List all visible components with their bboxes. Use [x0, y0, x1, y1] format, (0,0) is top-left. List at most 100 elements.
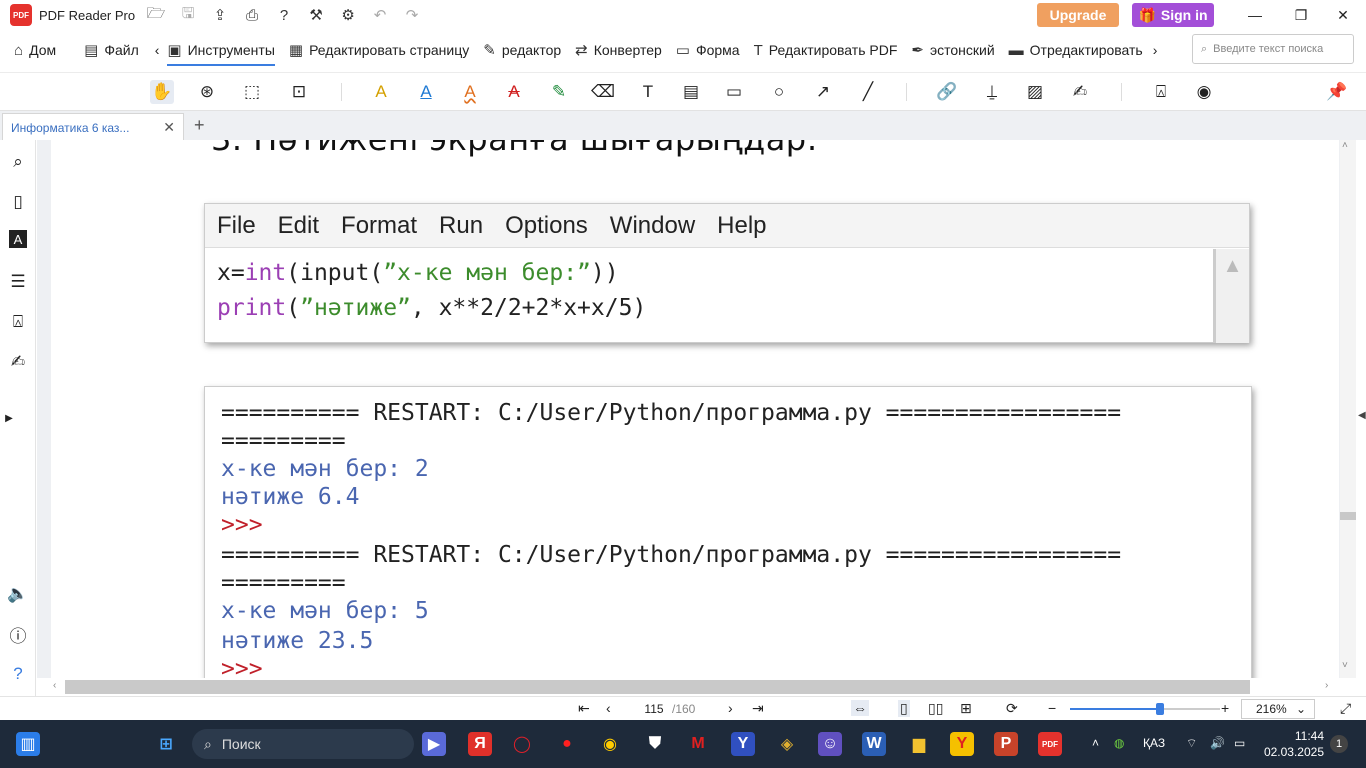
tab-estonian[interactable]: ✒ эстонский — [911, 30, 994, 70]
tab-converter[interactable]: ⇄ Конвертер — [575, 30, 662, 70]
tab-tools[interactable]: ▣ Инструменты — [167, 30, 276, 70]
info-icon[interactable]: ⓘ — [6, 622, 30, 646]
settings-icon[interactable]: ⚙ — [337, 4, 359, 26]
scroll-down-icon[interactable]: ˅ — [1342, 660, 1348, 671]
arrow-icon[interactable]: ↗ — [811, 80, 835, 104]
pdf-reader-pro-taskbar-icon[interactable]: PDF — [1038, 732, 1062, 756]
bookmarks-icon[interactable]: ⍓ — [6, 310, 30, 334]
strikethrough-icon[interactable]: A — [502, 80, 526, 104]
save-icon[interactable]: 🖫 — [177, 4, 199, 26]
taskbar-search[interactable]: ⌕ Поиск — [192, 729, 414, 759]
sign-in-button[interactable]: 🎁 Sign in — [1132, 3, 1214, 27]
scroll-left-icon[interactable]: ‹ — [53, 680, 56, 691]
wifi-icon[interactable]: ⌔ — [1186, 736, 1197, 751]
undo-icon[interactable]: ↶ — [369, 4, 391, 26]
underline-icon[interactable]: A — [414, 80, 438, 104]
vertical-scroll-thumb[interactable] — [1340, 512, 1356, 520]
tab-file[interactable]: ▤ Файл — [84, 30, 139, 70]
freehand-icon[interactable]: ✎ — [547, 80, 571, 104]
zoom-slider-knob[interactable] — [1156, 703, 1164, 715]
help-icon[interactable]: ? — [6, 662, 30, 686]
link-icon[interactable]: 🔗 — [935, 80, 959, 104]
tab-redact[interactable]: ▬ Отредактировать — [1009, 30, 1143, 70]
next-page-icon[interactable]: › — [728, 700, 733, 716]
text-select-icon[interactable]: ⊛ — [195, 80, 219, 104]
last-page-icon[interactable]: ⇥ — [752, 700, 764, 717]
notification-badge[interactable]: 1 — [1330, 735, 1348, 753]
fullscreen-icon[interactable]: ⤢ — [1340, 700, 1351, 717]
note-icon[interactable]: ▤ — [679, 80, 703, 104]
eye-icon[interactable]: ◉ — [1192, 80, 1216, 104]
stamp-icon[interactable]: ⍊ — [980, 80, 1004, 104]
widgets-icon[interactable]: ▥ — [16, 732, 40, 756]
tab-editor[interactable]: ✎ редактор — [483, 30, 561, 70]
opera-icon[interactable]: ● — [555, 732, 579, 756]
signature-icon[interactable]: ✍ — [1068, 80, 1092, 104]
word-icon[interactable]: W — [862, 732, 886, 756]
help-icon[interactable]: ? — [273, 4, 295, 26]
close-tab-icon[interactable]: ✕ — [163, 119, 175, 136]
bookmark-icon[interactable]: ⍓ — [1149, 80, 1173, 104]
vertical-scrollbar[interactable] — [1340, 140, 1356, 678]
zoom-in-icon[interactable]: + — [1221, 700, 1229, 716]
eraser-icon[interactable]: ⌫ — [591, 80, 615, 104]
outline-icon[interactable]: ☰ — [6, 270, 30, 294]
share-icon[interactable]: ⇪ — [209, 4, 231, 26]
input-language[interactable]: ҚАЗ — [1143, 736, 1165, 750]
area-select-icon[interactable]: ⬚ — [240, 80, 264, 104]
expand-right-panel-icon[interactable]: ◀ — [1358, 410, 1366, 421]
file-explorer-icon[interactable]: ▆ — [907, 732, 931, 756]
meet-icon[interactable]: ▶ — [422, 732, 446, 756]
mail-icon[interactable]: M — [686, 732, 710, 756]
minimize-button[interactable]: — — [1232, 0, 1278, 30]
rotate-icon[interactable]: ⟳ — [1006, 700, 1018, 717]
document-view[interactable]: 3. Нәтижені экранға шығарыңдар: File Edi… — [37, 140, 1340, 678]
start-icon[interactable]: ⊞ — [154, 732, 178, 756]
upgrade-button[interactable]: Upgrade — [1037, 3, 1119, 27]
yandex-y-icon[interactable]: Y — [950, 732, 974, 756]
prev-page-icon[interactable]: ‹ — [606, 700, 611, 716]
speaker-icon[interactable]: 🔈 — [6, 582, 30, 606]
print-icon[interactable]: ⎙ — [241, 4, 263, 26]
pin-icon[interactable]: 📌 — [1325, 80, 1349, 104]
thumbnails-icon[interactable]: ▯ — [6, 190, 30, 214]
taskbar-clock[interactable]: 11:44 02.03.2025 — [1262, 728, 1324, 760]
zoom-slider[interactable] — [1070, 703, 1220, 715]
page-number-input[interactable]: 115 — [636, 700, 672, 718]
tab-edit-page[interactable]: ▦ Редактировать страницу — [289, 30, 469, 70]
chrome-icon[interactable]: ◉ — [598, 732, 622, 756]
redo-icon[interactable]: ↷ — [401, 4, 423, 26]
yandex-browser-icon[interactable]: Y — [731, 732, 755, 756]
maximize-button[interactable]: ❐ — [1278, 0, 1324, 30]
close-button[interactable]: ✕ — [1320, 0, 1366, 30]
tray-app-icon[interactable]: ◍ — [1114, 736, 1124, 750]
horizontal-scrollbar[interactable]: ‹ › — [37, 678, 1340, 696]
zoom-select[interactable]: 216% ⌄ — [1241, 699, 1315, 719]
scroll-up-icon[interactable]: ˄ — [1342, 140, 1348, 151]
zoom-out-icon[interactable]: − — [1048, 700, 1056, 716]
expand-sidebar-icon[interactable]: ▶ — [2, 406, 16, 430]
two-page-icon[interactable]: ▯▯ — [928, 700, 943, 717]
tab-edit-pdf[interactable]: T Редактировать PDF — [754, 30, 898, 70]
document-tab[interactable]: Информатика 6 каз... ✕ — [2, 113, 184, 141]
rectangle-icon[interactable]: ▭ — [722, 80, 746, 104]
signatures-icon[interactable]: ✍ — [6, 350, 30, 374]
page-layout-icon[interactable]: ⊞ — [960, 700, 972, 717]
powerpoint-icon[interactable]: P — [994, 732, 1018, 756]
zoom-area-icon[interactable]: ⊡ — [287, 80, 311, 104]
show-hidden-icons-icon[interactable]: ˄ — [1092, 736, 1099, 750]
first-page-icon[interactable]: ⇤ — [578, 700, 590, 717]
scroll-right-icon[interactable]: › — [1325, 680, 1328, 691]
tabs-scroll-right[interactable]: › — [1153, 30, 1158, 70]
battery-icon[interactable]: ▭ — [1234, 736, 1245, 750]
image-icon[interactable]: ▨ — [1023, 80, 1047, 104]
fit-width-icon[interactable]: ⇔ — [851, 700, 869, 716]
tabs-scroll-left[interactable]: ‹ — [155, 30, 160, 70]
line-icon[interactable]: ╱ — [856, 80, 880, 104]
horizontal-scroll-thumb[interactable] — [65, 680, 1250, 694]
wrench-icon[interactable]: ⚒ — [305, 4, 327, 26]
world-of-tanks-icon[interactable]: ⛊ — [643, 732, 667, 756]
binance-icon[interactable]: ◈ — [775, 732, 799, 756]
single-page-icon[interactable]: ▯ — [898, 700, 910, 717]
circle-icon[interactable]: ○ — [767, 80, 791, 104]
